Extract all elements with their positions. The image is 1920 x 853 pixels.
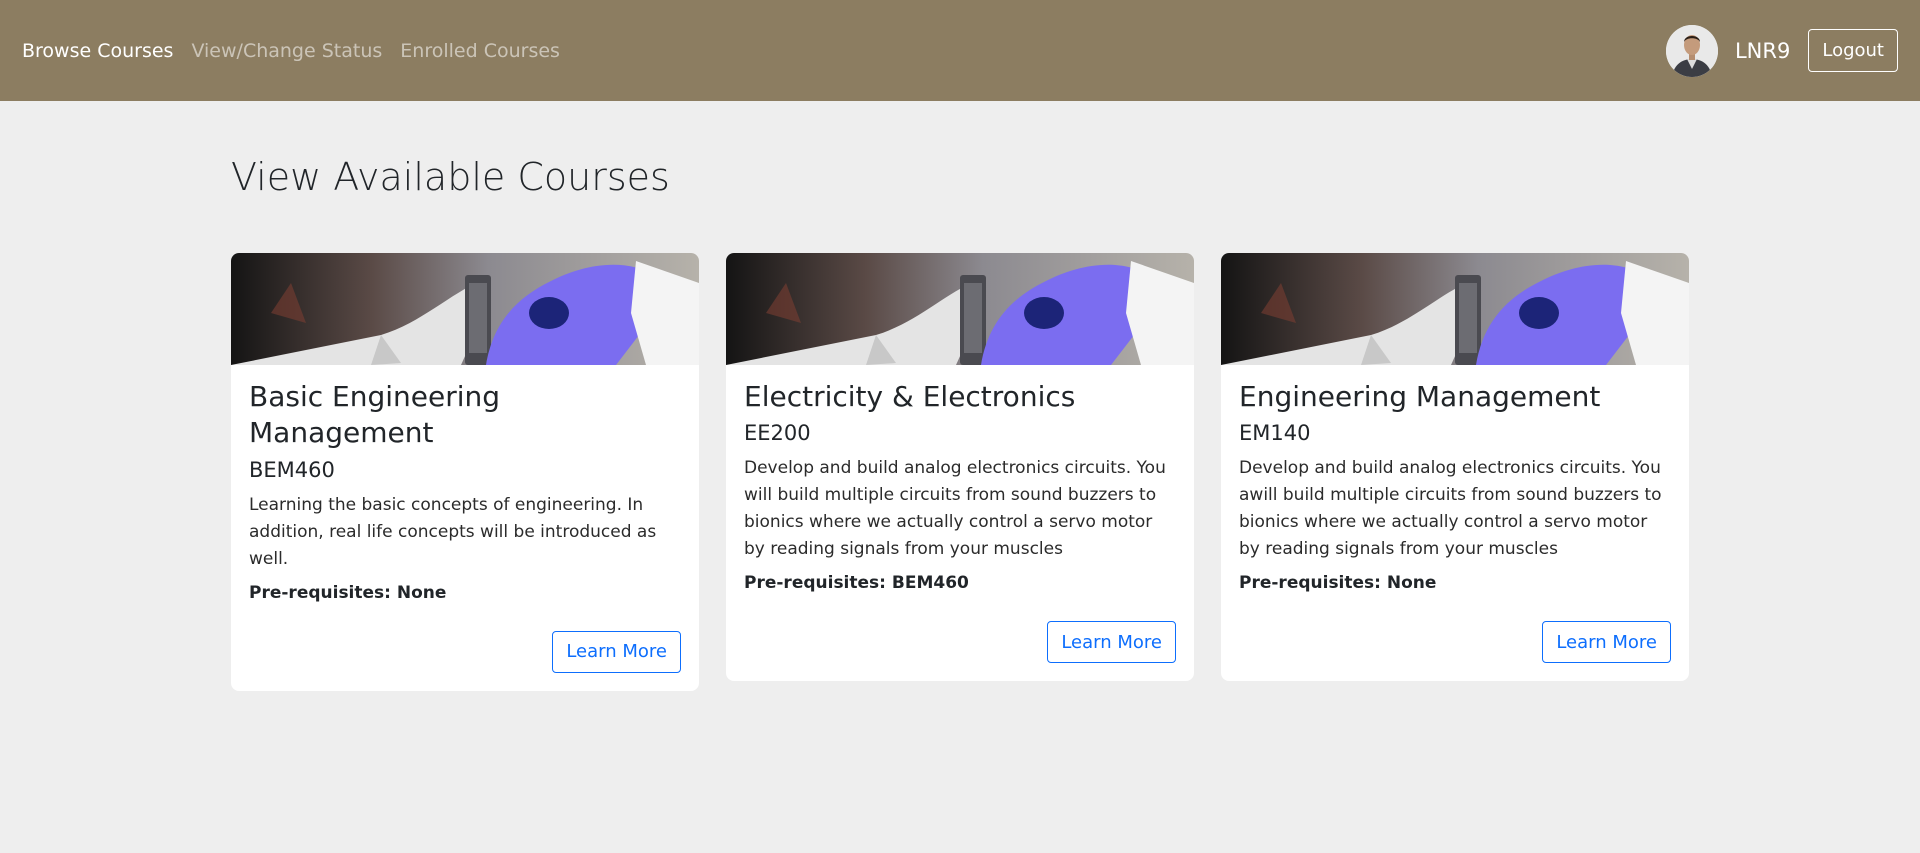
course-card: Electricity & Electronics EE200 Develop … (726, 253, 1194, 682)
course-description: Develop and build analog electronics cir… (744, 458, 1166, 560)
learn-more-button[interactable]: Learn More (552, 630, 681, 673)
card-footer: Learn More (744, 621, 1176, 664)
user-avatar-icon[interactable] (1665, 24, 1718, 77)
course-lab-image (231, 253, 699, 365)
card-body: Electricity & Electronics EE200 Develop … (726, 365, 1194, 681)
course-card: Basic Engineering Management BEM460 Lear… (231, 253, 699, 691)
course-code: EE200 (744, 421, 811, 446)
learn-more-button[interactable]: Learn More (1047, 621, 1176, 664)
page-title: View Available Courses (231, 155, 670, 199)
learn-more-button[interactable]: Learn More (1542, 621, 1671, 664)
course-code: EM140 (1239, 421, 1311, 446)
course-card-list: Basic Engineering Management BEM460 Lear… (231, 253, 1689, 691)
main-content: View Available Courses Basic Engineering… (231, 101, 1689, 691)
course-lab-image (1221, 253, 1689, 365)
course-title: Electricity & Electronics (744, 380, 1076, 413)
user-area: LNR9 Logout (1665, 24, 1898, 77)
course-prerequisites: Pre-requisites: None (1239, 573, 1437, 594)
course-prerequisites: Pre-requisites: None (249, 582, 447, 603)
card-footer: Learn More (249, 630, 681, 673)
course-code: BEM460 (249, 457, 335, 482)
course-prerequisites: Pre-requisites: BEM460 (744, 573, 969, 594)
top-navbar: Browse Courses View/Change Status Enroll… (0, 0, 1920, 101)
course-title: Basic Engineering Management (249, 380, 501, 450)
nav-enrolled-courses[interactable]: Enrolled Courses (400, 40, 560, 62)
course-title: Engineering Management (1239, 380, 1601, 413)
course-description: Learning the basic concepts of engineeri… (249, 494, 657, 569)
username: LNR9 (1734, 38, 1791, 63)
logout-button[interactable]: Logout (1808, 29, 1898, 72)
course-lab-image (726, 253, 1194, 365)
course-card: Engineering Management EM140 Develop and… (1221, 253, 1689, 682)
nav-browse-courses[interactable]: Browse Courses (22, 40, 173, 62)
main-nav: Browse Courses View/Change Status Enroll… (22, 40, 560, 62)
card-body: Basic Engineering Management BEM460 Lear… (231, 365, 699, 691)
card-footer: Learn More (1239, 621, 1671, 664)
card-body: Engineering Management EM140 Develop and… (1221, 365, 1689, 681)
nav-view-change-status[interactable]: View/Change Status (191, 40, 382, 62)
course-description: Develop and build analog electronics cir… (1239, 458, 1662, 560)
